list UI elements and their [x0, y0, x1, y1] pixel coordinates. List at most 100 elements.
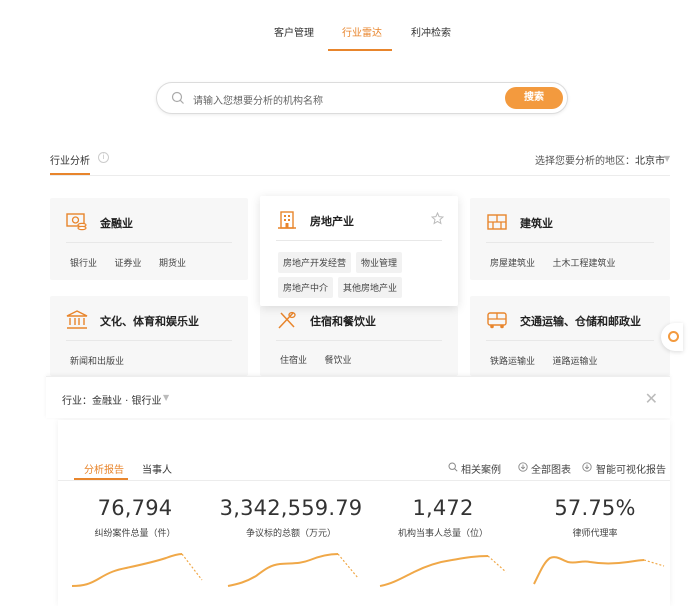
region-select[interactable]: 北京市	[635, 152, 665, 167]
industry-card-hospitality[interactable]: 住宿和餐饮业 住宿业 餐饮业	[260, 306, 458, 376]
chevron-down-icon[interactable]: ▼	[664, 154, 670, 163]
sub-industry-catering[interactable]: 餐饮业	[325, 353, 352, 366]
close-icon[interactable]: ✕	[645, 389, 658, 408]
sub-industry-road-transport[interactable]: 道路运输业	[553, 354, 598, 367]
card-title: 住宿和餐饮业	[310, 315, 376, 328]
sparkline-institutions	[379, 555, 507, 587]
industry-analysis-header: 行业分析 i 选择您要分析的地区： 北京市 ▼	[50, 152, 670, 176]
bricks-icon	[487, 214, 507, 230]
sparkline-line	[227, 553, 339, 587]
search-bar[interactable]: 请输入您想要分析的机构名称 搜索	[156, 82, 568, 114]
search-input[interactable]: 请输入您想要分析的机构名称	[193, 92, 323, 107]
sparkline-dotted-tail	[337, 553, 359, 579]
card-title: 交通运输、仓储和邮政业	[520, 315, 641, 328]
search-button[interactable]: 搜索	[505, 87, 563, 109]
kpi-value: 1,472	[412, 496, 474, 520]
sub-industry-lodging[interactable]: 住宿业	[280, 353, 307, 366]
sparkline-line	[379, 555, 489, 587]
analysis-report-panel: 分析报告 当事人 相关案例 全部图表 智能可视化报告 76,794 纠纷案件总量…	[58, 420, 670, 606]
divider	[276, 340, 442, 341]
filter-value[interactable]: 金融业 · 银行业	[92, 392, 162, 407]
region-label: 选择您要分析的地区：	[535, 156, 635, 167]
download-icon	[518, 462, 528, 472]
divider	[66, 340, 232, 341]
sub-industry-futures[interactable]: 期货业	[159, 256, 186, 269]
sparkline-line	[71, 553, 183, 587]
kpi-dispute-cases: 76,794 纠纷案件总量（件）	[60, 496, 210, 539]
card-title: 文化、体育和娱乐业	[100, 315, 199, 328]
all-charts-link[interactable]: 全部图表	[531, 461, 571, 476]
sub-industry-development[interactable]: 房地产开发经营	[278, 252, 352, 273]
helper-icon	[668, 331, 679, 342]
sub-industry-railway[interactable]: 铁路运输业	[490, 354, 535, 367]
tab-conflict-search[interactable]: 利冲检索	[411, 24, 451, 39]
floating-helper-button[interactable]	[661, 323, 683, 351]
kpi-lawyer-rate: 57.75% 律师代理率	[520, 496, 670, 539]
divider	[276, 240, 442, 241]
star-icon[interactable]	[431, 212, 444, 225]
card-title: 金融业	[100, 217, 133, 230]
download-icon	[582, 462, 592, 472]
industry-card-culture[interactable]: 文化、体育和娱乐业 新闻和出版业	[50, 296, 248, 376]
related-cases-link[interactable]: 相关案例	[461, 461, 501, 476]
kpi-institution-parties: 1,472 机构当事人总量（位）	[368, 496, 518, 539]
tab-analysis-report[interactable]: 分析报告	[84, 461, 124, 476]
info-icon[interactable]: i	[98, 152, 109, 163]
sub-industry-publishing[interactable]: 新闻和出版业	[70, 354, 124, 367]
top-nav: 客户管理 行业雷达 利冲检索	[46, 24, 670, 54]
chevron-down-icon[interactable]: ▼	[163, 393, 169, 402]
kpi-label: 争议标的总额（万元）	[245, 529, 336, 539]
industry-filter-bar: 行业： 金融业 · 银行业 ▼ ✕	[46, 376, 670, 418]
smart-visual-report-link[interactable]: 智能可视化报告	[596, 461, 666, 476]
kpi-value: 76,794	[97, 496, 173, 520]
divider	[58, 480, 670, 481]
tab-industry-radar[interactable]: 行业雷达	[342, 24, 382, 39]
industry-card-real-estate[interactable]: 房地产业 房地产开发经营 物业管理 房地产中介 其他房地产业	[260, 196, 458, 306]
kpi-label: 律师代理率	[572, 529, 618, 539]
sub-industry-property-management[interactable]: 物业管理	[356, 252, 403, 273]
divider	[486, 242, 654, 243]
sparkline-cases	[71, 553, 203, 587]
sub-industry-other-real-estate[interactable]: 其他房地产业	[338, 277, 403, 298]
filter-label: 行业：	[62, 396, 92, 407]
sub-industry-list: 住宿业 餐饮业	[280, 353, 448, 366]
sub-industry-list: 新闻和出版业	[70, 354, 238, 367]
sparkline-lawyer-rate	[533, 556, 665, 585]
building-icon	[278, 211, 296, 229]
sub-industry-banking[interactable]: 银行业	[70, 256, 97, 269]
kpi-label: 机构当事人总量（位）	[397, 529, 488, 539]
kpi-value: 57.75%	[554, 496, 636, 520]
kpi-label: 纠纷案件总量（件）	[94, 529, 176, 539]
museum-icon	[66, 310, 88, 329]
sub-industry-agency[interactable]: 房地产中介	[278, 277, 334, 298]
sparkline-amount	[227, 553, 359, 587]
divider	[486, 340, 654, 341]
kpi-value: 3,342,559.79	[219, 496, 363, 520]
industry-card-transport[interactable]: 交通运输、仓储和邮政业 铁路运输业 道路运输业	[470, 296, 670, 376]
sparkline-dotted-tail	[181, 553, 203, 581]
sub-industry-securities[interactable]: 证券业	[115, 256, 142, 269]
industry-card-finance[interactable]: 金融业 银行业 证券业 期货业	[50, 198, 248, 280]
divider	[66, 242, 232, 243]
bus-icon	[487, 312, 507, 329]
card-title: 房地产业	[310, 215, 354, 228]
sub-industry-civil-engineering[interactable]: 土木工程建筑业	[553, 256, 616, 269]
sparkline-line	[533, 556, 645, 585]
industry-card-construction[interactable]: 建筑业 房屋建筑业 土木工程建筑业	[470, 198, 670, 280]
tab-parties[interactable]: 当事人	[142, 461, 172, 476]
sparkline-dotted-tail	[643, 559, 665, 567]
industry-analysis-title[interactable]: 行业分析	[50, 152, 90, 167]
industry-radar-panel: 客户管理 行业雷达 利冲检索 请输入您想要分析的机构名称 搜索 行业分析 i 选…	[46, 14, 670, 376]
card-title: 建筑业	[520, 217, 553, 230]
search-icon	[171, 91, 184, 104]
divider	[50, 175, 670, 176]
sub-industry-housing-construction[interactable]: 房屋建筑业	[490, 256, 535, 269]
finance-icon	[66, 213, 87, 231]
search-icon	[448, 462, 458, 472]
sub-industry-list: 铁路运输业 道路运输业	[490, 354, 660, 367]
sub-industry-list: 房屋建筑业 土木工程建筑业	[490, 256, 660, 269]
dining-icon	[278, 311, 296, 329]
sub-industry-list: 银行业 证券业 期货业	[70, 256, 238, 269]
sparkline-dotted-tail	[487, 555, 507, 573]
tab-customer-management[interactable]: 客户管理	[274, 24, 314, 39]
